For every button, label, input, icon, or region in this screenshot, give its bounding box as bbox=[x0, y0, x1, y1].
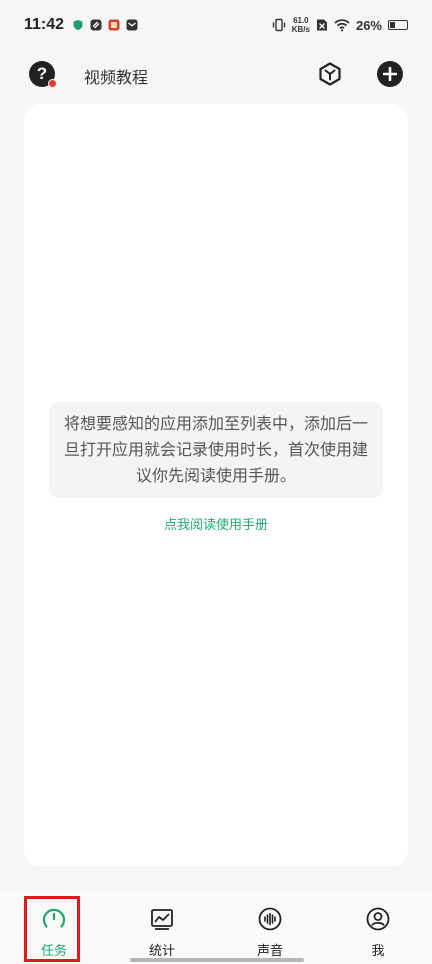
task-list-card: 将想要感知的应用添加至列表中，添加后一旦打开应用就会记录使用时长，首次使用建议你… bbox=[24, 104, 408, 866]
nav-tab-sound[interactable]: 声音 bbox=[216, 892, 324, 964]
chart-icon bbox=[151, 909, 173, 930]
battery-percent: 26% bbox=[355, 17, 382, 33]
notification-dot bbox=[48, 79, 57, 88]
battery-icon bbox=[388, 20, 408, 30]
app-notification-icon bbox=[108, 19, 120, 31]
nav-label-me: 我 bbox=[371, 944, 385, 959]
battery-fill bbox=[390, 22, 395, 28]
nav-tab-stats[interactable]: 统计 bbox=[108, 892, 216, 964]
video-tutorial-link[interactable]: 视频教程 bbox=[84, 64, 148, 88]
sound-wave-icon bbox=[258, 907, 282, 931]
read-manual-link[interactable]: 点我阅读使用手册 bbox=[24, 514, 408, 533]
empty-state-message: 将想要感知的应用添加至列表中，添加后一旦打开应用就会记录使用时长，首次使用建议你… bbox=[49, 402, 383, 498]
top-bar: ? 视频教程 bbox=[0, 52, 432, 96]
mail-notification-icon bbox=[126, 19, 138, 31]
highlight-annotation bbox=[24, 896, 80, 962]
plus-icon bbox=[383, 67, 397, 81]
network-speed: 61.0 KB/s bbox=[292, 16, 310, 34]
nav-tab-me[interactable]: 我 bbox=[324, 892, 432, 964]
nav-label-sound: 声音 bbox=[256, 944, 283, 959]
nav-label-stats: 统计 bbox=[148, 944, 175, 959]
status-bar: 11:42 61.0 KB/s 26% bbox=[0, 0, 432, 50]
status-right: 61.0 KB/s 26% bbox=[272, 16, 408, 34]
shield-notification-icon bbox=[73, 20, 83, 30]
status-time: 11:42 bbox=[24, 16, 65, 33]
profile-icon bbox=[366, 907, 390, 931]
no-sim-icon bbox=[316, 19, 327, 31]
vibrate-icon bbox=[272, 18, 285, 32]
add-icon[interactable] bbox=[377, 61, 403, 87]
cube-icon[interactable] bbox=[317, 61, 343, 87]
help-icon[interactable]: ? bbox=[29, 61, 57, 88]
network-speed-unit: KB/s bbox=[291, 25, 310, 34]
link-notification-icon bbox=[90, 19, 102, 31]
wifi-icon bbox=[334, 19, 350, 32]
home-indicator[interactable] bbox=[130, 958, 304, 962]
notification-icons bbox=[72, 19, 138, 31]
network-speed-value: 61.0 bbox=[293, 16, 309, 25]
